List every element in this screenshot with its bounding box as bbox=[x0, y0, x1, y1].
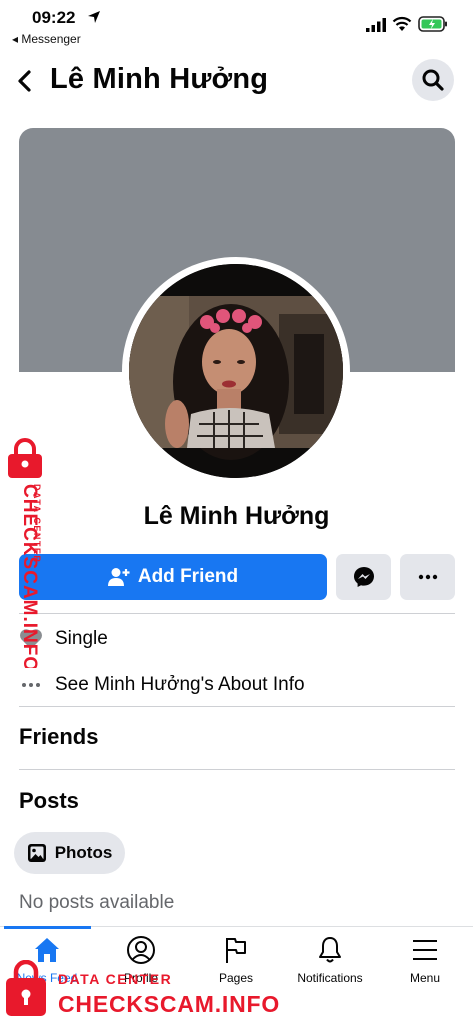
about-info-link[interactable]: See Minh Hưởng's About Info bbox=[55, 674, 305, 696]
message-button[interactable] bbox=[336, 554, 391, 600]
no-posts-message: No posts available bbox=[19, 892, 175, 913]
nav-menu[interactable]: Menu bbox=[378, 935, 472, 991]
svg-text:DATA CENTER: DATA CENTER bbox=[58, 971, 172, 987]
watermark-logo-vertical: CHECKSCAM.INFO DATA CENTER bbox=[8, 438, 42, 668]
wifi-icon bbox=[392, 16, 412, 31]
battery-icon bbox=[418, 16, 447, 32]
photos-button[interactable]: Photos bbox=[14, 832, 125, 874]
posts-section-title: Posts bbox=[19, 788, 79, 813]
photo-icon bbox=[27, 844, 46, 862]
back-to-app-link[interactable]: ◂ Messenger bbox=[12, 32, 81, 46]
watermark-logo-bottom: DATA CENTER CHECKSCAM.INFO bbox=[6, 960, 280, 1017]
about-info-row[interactable]: See Minh Hưởng's About Info bbox=[19, 669, 455, 701]
add-person-icon bbox=[107, 568, 130, 586]
ellipsis-icon bbox=[19, 673, 43, 697]
header-title: Lê Minh Hưởng bbox=[50, 63, 269, 95]
profile-name: Lê Minh Hưởng bbox=[143, 502, 330, 530]
back-arrow-icon[interactable] bbox=[12, 67, 38, 95]
divider bbox=[19, 769, 455, 770]
svg-text:CHECKSCAM.INFO: CHECKSCAM.INFO bbox=[58, 991, 280, 1017]
add-friend-button[interactable]: Add Friend bbox=[19, 554, 327, 600]
menu-icon bbox=[413, 940, 437, 960]
ellipsis-icon bbox=[418, 574, 437, 580]
more-options-button[interactable] bbox=[400, 554, 455, 600]
search-button[interactable] bbox=[412, 59, 454, 101]
divider bbox=[19, 706, 455, 707]
nav-label: Menu bbox=[409, 971, 441, 985]
friends-section-title: Friends bbox=[19, 724, 99, 749]
status-time: 09:22 bbox=[32, 8, 76, 27]
profile-header: Lê Minh Hưởng bbox=[0, 55, 473, 107]
photos-label: Photos bbox=[54, 843, 113, 862]
divider bbox=[19, 613, 455, 614]
relationship-status-row: Single bbox=[19, 623, 455, 655]
location-arrow-icon bbox=[88, 11, 100, 23]
bell-icon bbox=[319, 937, 341, 963]
active-tab-indicator bbox=[4, 926, 91, 929]
status-bar: 09:22 ◂ Messenger bbox=[0, 0, 473, 50]
add-friend-label: Add Friend bbox=[137, 566, 239, 587]
nav-label: Notifications bbox=[297, 971, 363, 985]
avatar-photo bbox=[129, 264, 343, 478]
profile-avatar[interactable] bbox=[129, 264, 343, 478]
relationship-status-text: Single bbox=[55, 628, 108, 649]
signal-icon bbox=[366, 18, 386, 32]
search-icon bbox=[422, 69, 444, 91]
messenger-icon bbox=[353, 567, 374, 587]
svg-text:DATA CENTER: DATA CENTER bbox=[32, 484, 42, 563]
